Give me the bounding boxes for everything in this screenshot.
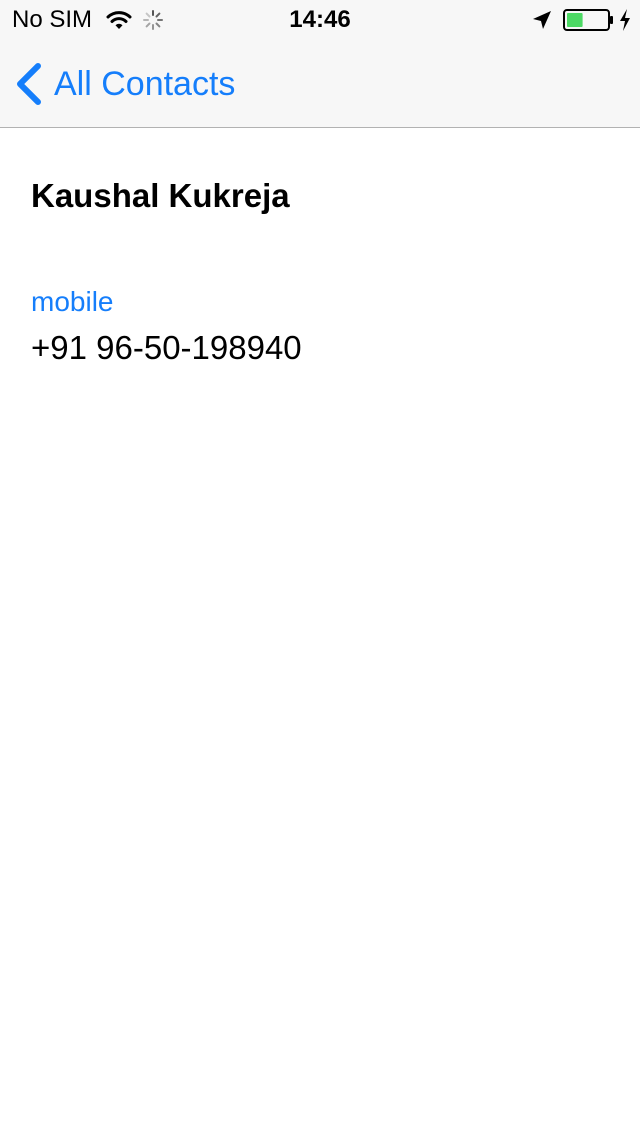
phone-type-label: mobile xyxy=(31,286,114,317)
contact-name: Kaushal Kukreja xyxy=(31,177,290,214)
top-bar: No SIM 14:46 All Contacts xyxy=(0,0,640,128)
chevron-left-icon xyxy=(17,63,41,105)
status-bar: No SIM 14:46 xyxy=(0,0,640,40)
location-arrow-icon xyxy=(533,11,551,29)
charging-bolt-icon xyxy=(620,9,630,31)
phone-number[interactable]: +91 96-50-198940 xyxy=(31,328,302,368)
contact-detail-screen: No SIM 14:46 All Contacts Kaushal Kukrej… xyxy=(0,0,640,1136)
back-button[interactable]: All Contacts xyxy=(14,60,235,108)
battery-fill xyxy=(567,13,583,27)
battery-icon xyxy=(563,9,613,31)
back-button-label: All Contacts xyxy=(54,65,236,103)
phone-row[interactable]: mobile +91 96-50-198940 xyxy=(31,284,302,368)
